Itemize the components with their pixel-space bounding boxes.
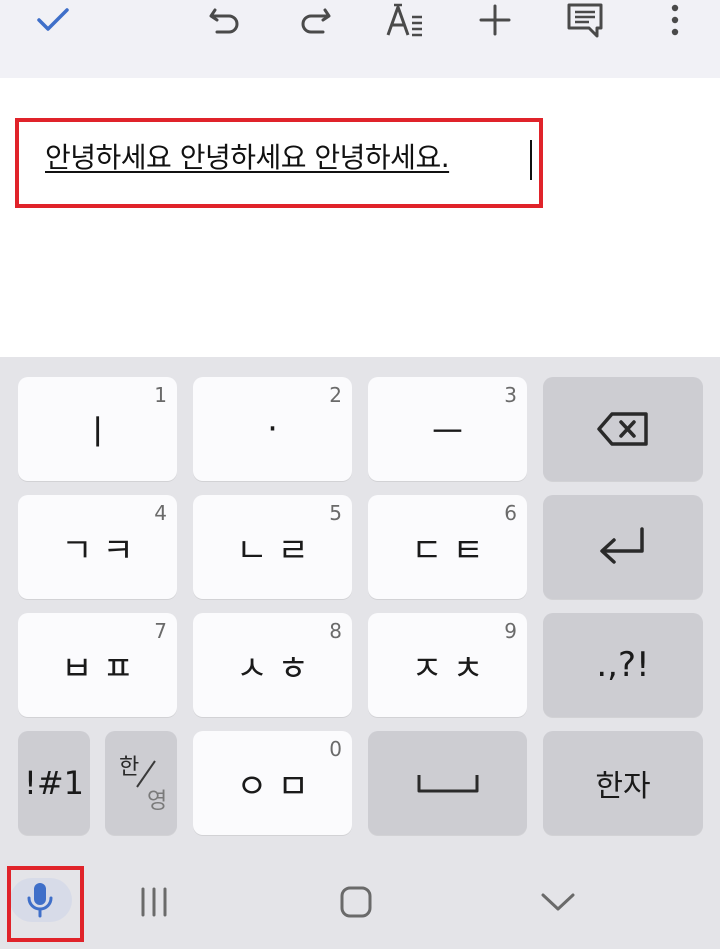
key-label: ㅅㅎ — [236, 648, 319, 689]
key-label: ㅣ — [81, 412, 124, 453]
lang-yeong-label: 영 — [147, 789, 168, 814]
key-i[interactable]: 1 ㅣ — [18, 377, 177, 481]
key-g-k[interactable]: 4 ㄱㅋ — [18, 495, 177, 599]
recent-apps-icon[interactable] — [132, 880, 176, 924]
mic-highlight-box — [7, 866, 84, 942]
enter-icon — [600, 527, 644, 564]
symbols-key[interactable]: !#1 — [18, 731, 90, 835]
key-n-r[interactable]: 5 ㄴㄹ — [193, 495, 352, 599]
key-label: ㅈㅊ — [411, 648, 494, 689]
key-j-ch[interactable]: 9 ㅈㅊ — [368, 613, 527, 717]
key-label: ㄴㄹ — [236, 530, 319, 571]
chevron-down-icon[interactable] — [536, 880, 580, 924]
backspace-key[interactable] — [543, 377, 703, 481]
key-number: 0 — [329, 737, 342, 761]
top-toolbar — [0, 0, 720, 78]
text-format-icon[interactable] — [380, 0, 430, 40]
key-number: 9 — [504, 619, 517, 643]
key-label: .,?! — [596, 645, 650, 685]
punctuation-key[interactable]: .,?! — [543, 613, 703, 717]
key-eu[interactable]: 3 ㅡ — [368, 377, 527, 481]
key-label: ㄱㅋ — [61, 530, 144, 571]
key-label: ㅇㅁ — [236, 766, 319, 807]
key-label: · — [267, 409, 288, 449]
key-number: 3 — [504, 383, 517, 407]
key-s-h[interactable]: 8 ㅅㅎ — [193, 613, 352, 717]
text-highlight-box — [15, 118, 543, 208]
key-number: 2 — [329, 383, 342, 407]
key-label: ㄷㅌ — [411, 530, 494, 571]
more-vert-icon[interactable] — [650, 0, 700, 40]
key-number: 5 — [329, 501, 342, 525]
hanja-key[interactable]: 한자 — [543, 731, 703, 835]
key-label: ㅂㅍ — [61, 648, 144, 689]
key-number: 4 — [154, 501, 167, 525]
language-switch-key[interactable]: 한 영 — [105, 731, 177, 835]
space-icon — [417, 775, 478, 793]
undo-icon[interactable] — [200, 0, 250, 40]
enter-key[interactable] — [543, 495, 703, 599]
key-number: 7 — [154, 619, 167, 643]
comment-icon[interactable] — [560, 0, 610, 40]
key-d-t[interactable]: 6 ㄷㅌ — [368, 495, 527, 599]
key-label: 한자 — [595, 769, 651, 804]
redo-icon[interactable] — [290, 0, 340, 40]
key-o-m[interactable]: 0 ㅇㅁ — [193, 731, 352, 835]
key-dot[interactable]: 2 · — [193, 377, 352, 481]
key-b-p[interactable]: 7 ㅂㅍ — [18, 613, 177, 717]
check-icon[interactable] — [28, 0, 78, 40]
home-icon[interactable] — [334, 880, 378, 924]
key-label: !#1 — [24, 764, 84, 802]
key-number: 8 — [329, 619, 342, 643]
space-key[interactable] — [368, 731, 527, 835]
backspace-icon — [597, 412, 648, 446]
key-number: 1 — [154, 383, 167, 407]
key-label: ㅡ — [431, 412, 474, 453]
key-number: 6 — [504, 501, 517, 525]
add-icon[interactable] — [470, 0, 520, 40]
